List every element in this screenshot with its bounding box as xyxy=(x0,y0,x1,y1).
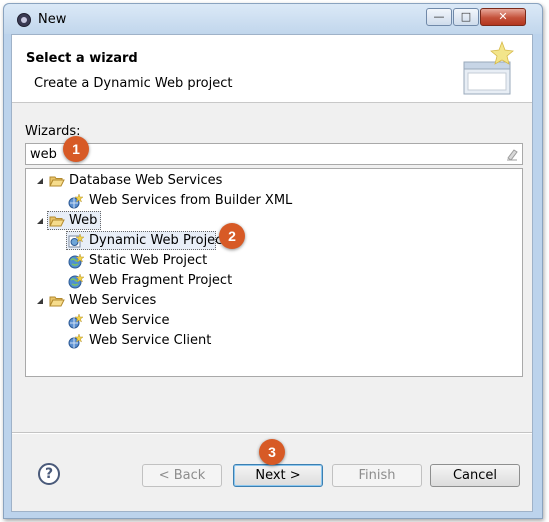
callout-badge-2: 2 xyxy=(219,223,245,249)
page-title: Select a wizard xyxy=(26,51,138,66)
tree-item-label: Web Services from Builder XML xyxy=(89,193,293,208)
expanded-triangle-icon[interactable] xyxy=(35,296,45,306)
next-button[interactable]: Next > xyxy=(233,464,323,487)
maximize-button[interactable]: □ xyxy=(453,8,479,26)
tree-item-static-web-project[interactable]: Static Web Project xyxy=(26,251,522,271)
wizard-tree[interactable]: Database Web Services Web Services from … xyxy=(25,168,523,377)
wizard-banner-icon xyxy=(463,40,514,95)
title-bar[interactable]: New — □ ✕ xyxy=(4,4,542,34)
back-button[interactable]: < Back xyxy=(142,464,222,487)
tree-item-label: Web Service xyxy=(89,313,170,328)
expanded-triangle-icon[interactable] xyxy=(35,216,45,226)
folder-open-icon xyxy=(49,296,65,307)
finish-button[interactable]: Finish xyxy=(332,464,422,487)
tree-item-dynamic-web-project[interactable]: Dynamic Web Project xyxy=(26,231,522,251)
folder-open-icon xyxy=(49,176,65,187)
cancel-button[interactable]: Cancel xyxy=(430,464,520,487)
web-service-wizard-icon xyxy=(68,193,84,209)
tree-item-label: Web Fragment Project xyxy=(89,273,233,288)
web-service-wizard-icon xyxy=(68,313,84,329)
tree-item-database-web-services[interactable]: Database Web Services xyxy=(26,171,522,191)
button-bar-separator xyxy=(12,432,532,434)
wizard-filter-input[interactable] xyxy=(25,143,523,165)
expanded-triangle-icon[interactable] xyxy=(35,176,45,186)
tree-item-web[interactable]: Web xyxy=(26,211,522,231)
tree-item-web-services-from-builder-xml[interactable]: Web Services from Builder XML xyxy=(26,191,522,211)
static-web-project-icon xyxy=(68,253,84,269)
web-service-wizard-icon xyxy=(68,333,84,349)
dynamic-web-project-icon xyxy=(68,233,84,248)
tree-item-web-service-client[interactable]: Web Service Client xyxy=(26,331,522,351)
eclipse-app-icon xyxy=(17,13,31,27)
tree-item-web-fragment-project[interactable]: Web Fragment Project xyxy=(26,271,522,291)
help-button[interactable]: ? xyxy=(38,463,60,485)
tree-item-web-services[interactable]: Web Services xyxy=(26,291,522,311)
callout-badge-3: 3 xyxy=(259,439,285,465)
tree-item-label: Web Services xyxy=(69,293,157,308)
minimize-button[interactable]: — xyxy=(426,8,452,26)
folder-open-icon xyxy=(49,216,65,227)
tree-item-label: Database Web Services xyxy=(69,173,223,188)
tree-item-label: Web xyxy=(69,213,98,228)
window-title: New xyxy=(38,12,67,27)
tree-item-label: Web Service Client xyxy=(89,333,212,348)
clear-filter-icon[interactable] xyxy=(505,147,519,161)
tree-item-label: Dynamic Web Project xyxy=(89,233,228,248)
wizard-header: Select a wizard Create a Dynamic Web pro… xyxy=(12,35,532,103)
tree-item-web-service[interactable]: Web Service xyxy=(26,311,522,331)
web-fragment-project-icon xyxy=(68,273,84,289)
page-description: Create a Dynamic Web project xyxy=(34,76,233,91)
tree-item-label: Static Web Project xyxy=(89,253,208,268)
close-button[interactable]: ✕ xyxy=(480,8,526,26)
callout-badge-1: 1 xyxy=(63,136,89,162)
